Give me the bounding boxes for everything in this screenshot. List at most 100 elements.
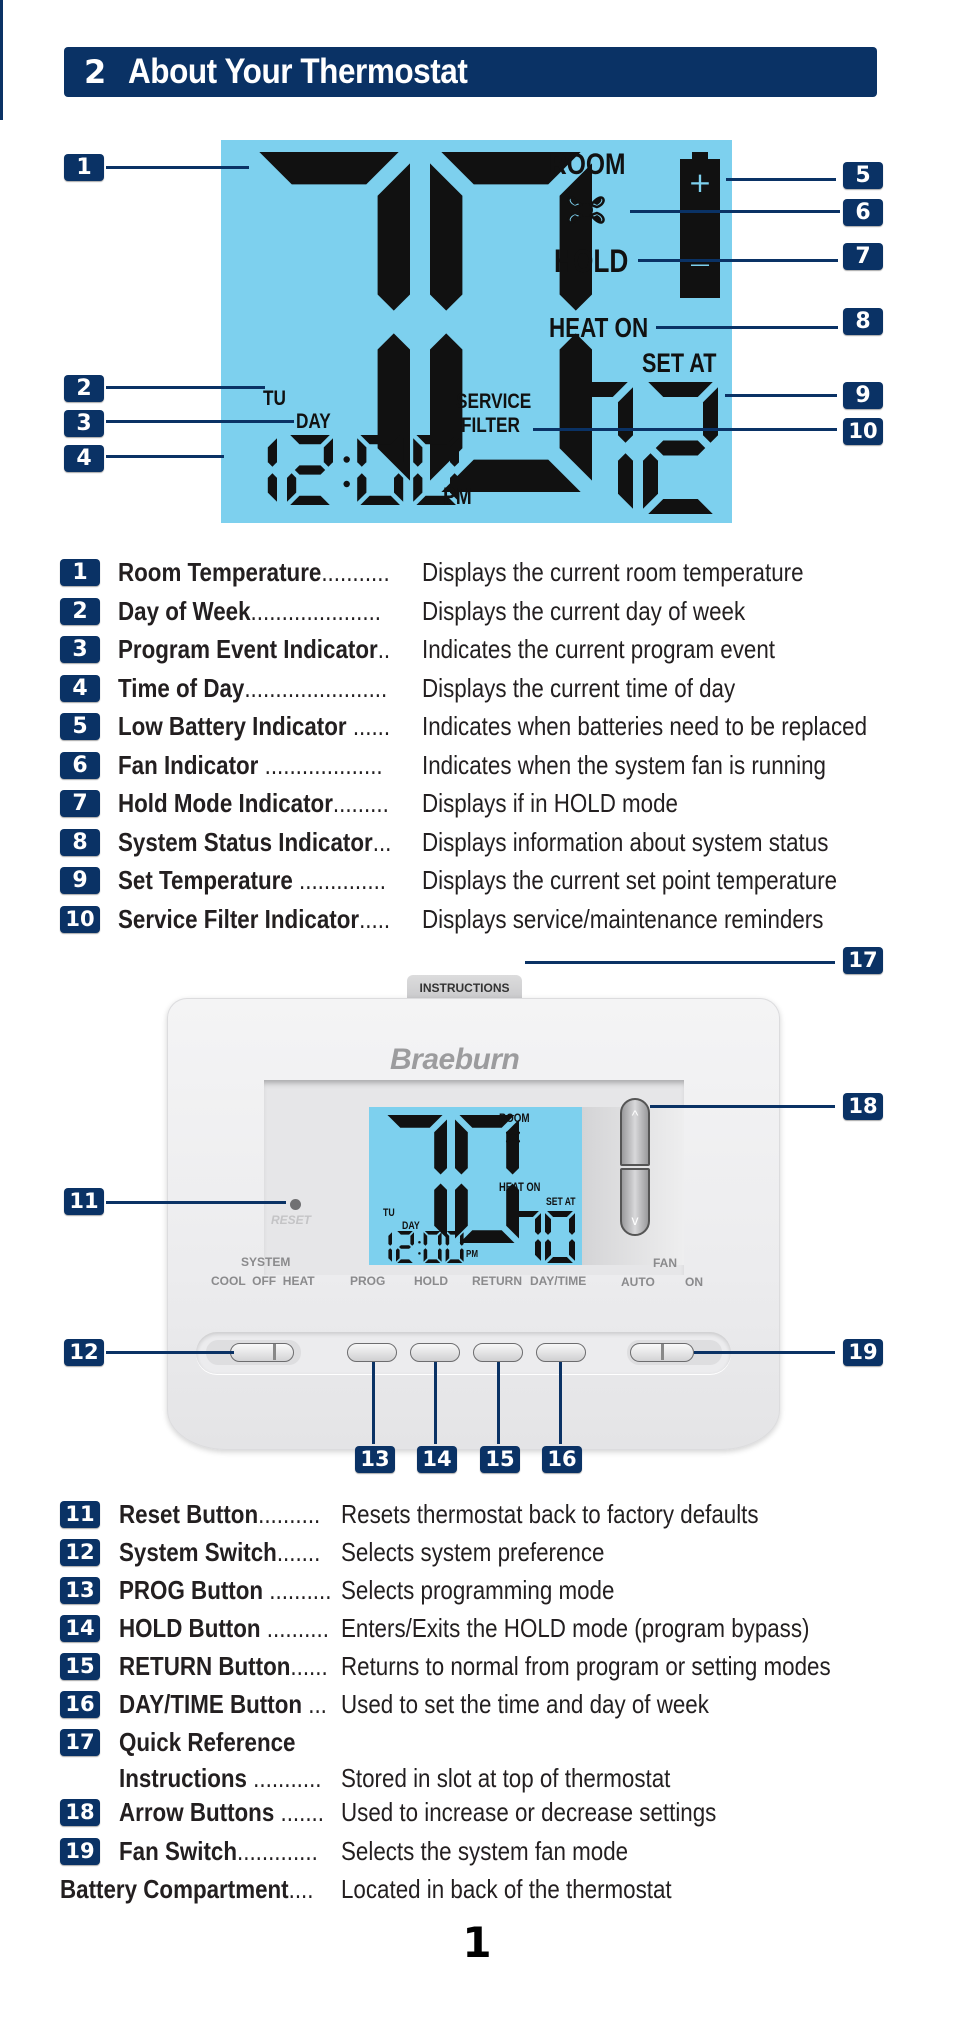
return-button[interactable] bbox=[473, 1343, 523, 1362]
hold-button[interactable] bbox=[410, 1343, 460, 1362]
legend-badge: 16 bbox=[60, 1691, 100, 1718]
callout-badge-12: 12 bbox=[64, 1339, 104, 1366]
segment-d bbox=[547, 1257, 573, 1263]
fan-option-auto: AUTO bbox=[621, 1275, 655, 1289]
legend-desc: Returns to normal from program or settin… bbox=[341, 1651, 831, 1681]
callout-badge-10: 10 bbox=[843, 418, 883, 445]
callout-line-11 bbox=[106, 1201, 286, 1204]
segment-d bbox=[446, 1259, 463, 1263]
callout-badge-7: 7 bbox=[843, 243, 883, 270]
brand-logo: Braeburn bbox=[390, 1043, 520, 1076]
arrow-down-button[interactable]: v bbox=[620, 1168, 650, 1236]
callout-line-1 bbox=[106, 166, 249, 169]
legend-badge: 2 bbox=[60, 597, 100, 625]
legend-label: Time of Day....................... bbox=[118, 672, 388, 703]
segment-e bbox=[423, 1248, 428, 1262]
segment-a bbox=[648, 382, 713, 397]
legend-desc: Indicates the current program event bbox=[422, 634, 775, 664]
legend-desc: Displays the current day of week bbox=[422, 595, 746, 626]
prog-button[interactable] bbox=[347, 1343, 397, 1362]
legend-badge: 11 bbox=[60, 1501, 100, 1528]
time-of-day-digits bbox=[267, 435, 459, 505]
program-event-label: DAY bbox=[296, 410, 331, 433]
device-set-temperature-digits bbox=[513, 1211, 575, 1263]
device-set-temperature-digits-digit-7 bbox=[513, 1211, 541, 1261]
callout-badge-15: 15 bbox=[480, 1446, 520, 1473]
segment-d bbox=[648, 499, 713, 514]
fan-switch[interactable] bbox=[630, 1343, 694, 1362]
system-switch[interactable] bbox=[230, 1343, 294, 1362]
segment-b bbox=[323, 438, 333, 467]
device-heat-on-label: HEAT ON bbox=[499, 1180, 541, 1194]
legend-badge: 12 bbox=[60, 1539, 100, 1566]
callout-badge-5: 5 bbox=[843, 162, 883, 189]
page-edge-bar bbox=[0, 0, 3, 120]
segment-b bbox=[434, 1119, 447, 1175]
callout-line-5 bbox=[726, 178, 836, 181]
legend-badge: 18 bbox=[60, 1799, 100, 1826]
legend-badge: 8 bbox=[60, 828, 100, 856]
segment-e bbox=[396, 1248, 400, 1262]
segment-e bbox=[445, 1248, 450, 1262]
legend-badge: 17 bbox=[60, 1729, 100, 1756]
legend-desc: Resets thermostat back to factory defaul… bbox=[341, 1499, 759, 1529]
segment-d bbox=[290, 495, 330, 505]
segment-b bbox=[450, 438, 459, 467]
legend-label: Hold Mode Indicator......... bbox=[118, 788, 389, 818]
segment-f bbox=[430, 163, 463, 311]
segment-d bbox=[360, 495, 400, 505]
ampm-indicator: PM bbox=[443, 483, 472, 510]
device-set-temperature-digits-digit-0 bbox=[545, 1211, 575, 1263]
daytime-button[interactable] bbox=[536, 1343, 586, 1362]
segment-a bbox=[547, 1211, 573, 1217]
device-time-digits-colon-dot bbox=[418, 1240, 421, 1244]
legend-label: Day of Week..................... bbox=[118, 595, 382, 626]
legend-badge: 5 bbox=[60, 713, 100, 740]
segment-g bbox=[655, 440, 706, 456]
legend-desc: Located in back of the thermostat bbox=[341, 1874, 672, 1904]
legend-desc: Indicates when the system fan is running bbox=[422, 749, 826, 780]
segment-f bbox=[445, 1232, 450, 1246]
legend-desc: Used to set the time and day of week bbox=[341, 1689, 709, 1719]
segment-a bbox=[416, 435, 456, 445]
set-temperature-digits bbox=[563, 382, 718, 514]
legend-desc: Indicates when batteries need to be repl… bbox=[422, 711, 868, 741]
segment-b bbox=[438, 1232, 442, 1246]
segment-b bbox=[410, 1232, 414, 1246]
callout-line-4 bbox=[106, 455, 224, 458]
callout-badge-13: 13 bbox=[355, 1446, 395, 1473]
reset-button[interactable] bbox=[290, 1199, 301, 1210]
lcd-display-large: ROOM HOLD + — HEAT ON SET AT SERVICE FIL… bbox=[221, 140, 732, 523]
segment-f bbox=[455, 1119, 468, 1175]
segment-b bbox=[388, 1232, 392, 1246]
segment-c bbox=[394, 473, 404, 502]
callout-badge-2: 2 bbox=[64, 375, 104, 402]
callout-line-9 bbox=[725, 394, 837, 397]
page-number: 1 bbox=[462, 1918, 492, 1967]
segment-e bbox=[643, 453, 658, 509]
callout-badge-19: 19 bbox=[843, 1339, 883, 1366]
segment-b bbox=[618, 387, 633, 443]
set-temperature-digits-digit-7 bbox=[563, 382, 633, 509]
device-time-digits-digit-0 bbox=[445, 1231, 464, 1263]
device-fan-icon bbox=[505, 1131, 521, 1143]
prog-label: PROG bbox=[350, 1274, 386, 1288]
legend-label: Reset Button.......... bbox=[119, 1499, 321, 1529]
legend-desc: Displays the current time of day bbox=[422, 672, 736, 703]
room-temperature-digits-digit-7 bbox=[259, 152, 410, 481]
arrow-up-button[interactable]: ^ bbox=[620, 1098, 650, 1166]
legend-label: System Switch....... bbox=[119, 1537, 321, 1567]
device-room-label: ROOM bbox=[499, 1111, 530, 1125]
callout-line-15 bbox=[497, 1362, 500, 1444]
segment-f bbox=[545, 1213, 551, 1235]
legend-label: Instructions ........... bbox=[119, 1763, 322, 1793]
time-of-day-digits-digit-2 bbox=[287, 435, 333, 505]
segment-a bbox=[397, 1231, 413, 1235]
segment-b bbox=[394, 438, 404, 467]
device-ampm: PM bbox=[466, 1249, 478, 1260]
legend-label: Program Event Indicator.. bbox=[118, 634, 391, 664]
callout-badge-4: 4 bbox=[64, 445, 104, 472]
callout-badge-1: 1 bbox=[64, 154, 104, 181]
segment-e bbox=[413, 473, 423, 502]
fan-switch-title: FAN bbox=[653, 1256, 677, 1270]
